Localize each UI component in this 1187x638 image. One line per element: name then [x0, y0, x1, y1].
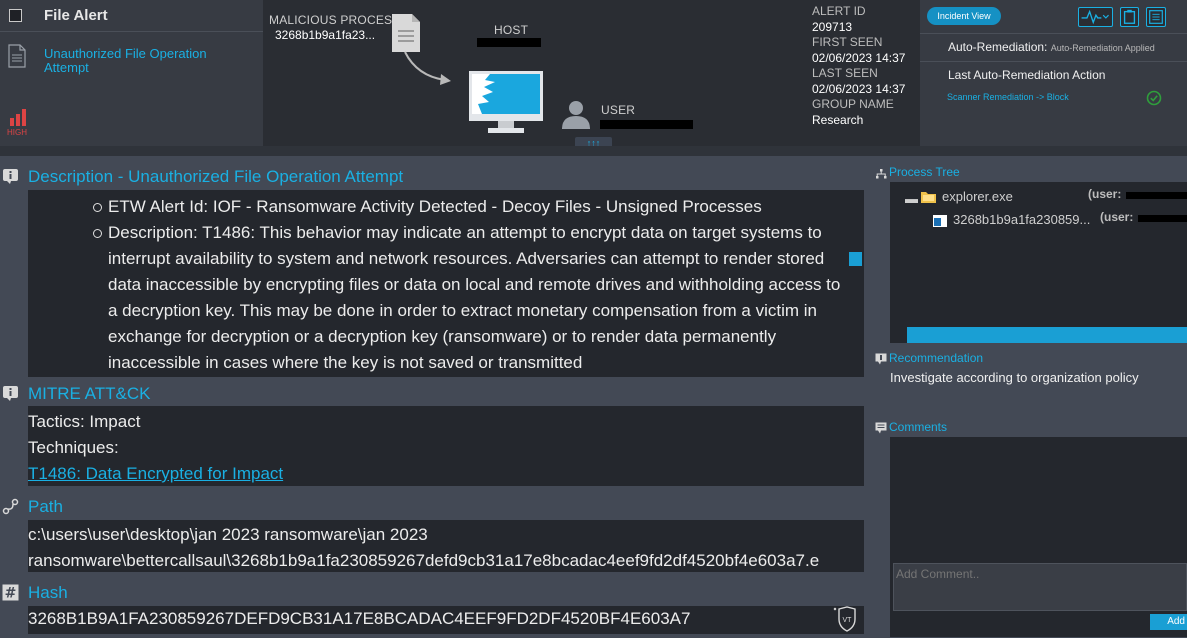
folder-icon — [921, 192, 936, 203]
comments-title: Comments — [889, 420, 948, 434]
auto-remediation-label: Auto-Remediation: — [948, 40, 1048, 54]
mitre-panel: Tactics: Impact Techniques: T1486: Data … — [28, 406, 864, 486]
process-tree-panel: ▬ explorer.exe (user: 3268b1b9a1fa230859… — [890, 182, 1187, 343]
incident-view-button[interactable]: Incident View — [927, 7, 1001, 25]
recommendation-title: Recommendation — [889, 351, 984, 365]
file-alert-page: File Alert Unauthorized File Operation A… — [0, 0, 1187, 638]
description-title: Description - Unauthorized File Operatio… — [28, 167, 404, 186]
page-title: File Alert — [44, 7, 108, 24]
mitre-techniques-label: Techniques: — [28, 438, 119, 457]
auto-remediation-text: Auto-Remediation: Auto-Remediation Appli… — [948, 40, 1155, 54]
mitre-technique-link[interactable]: T1486: Data Encrypted for Impact — [28, 461, 864, 487]
description-panel: ETW Alert Id: IOF - Ransomware Activity … — [28, 190, 864, 377]
add-comment-input[interactable] — [893, 563, 1187, 611]
child-user-redacted — [1138, 215, 1187, 222]
svg-text:#: # — [5, 586, 17, 602]
info-icon — [3, 169, 18, 184]
last-action-value[interactable]: Scanner Remediation -> Block — [947, 92, 1069, 102]
hash-panel: 3268B1B9A1FA230859267DEFD9CB31A17E8BCADA… — [28, 606, 864, 634]
group-name-label: GROUP NAME — [812, 97, 894, 111]
process-tree-parent-user: (user: — [1088, 187, 1122, 201]
details-list-button[interactable] — [1146, 7, 1166, 27]
add-comment-button[interactable]: Add — [1150, 614, 1187, 630]
description-item-alert-id: ETW Alert Id: IOF - Ransomware Activity … — [93, 194, 864, 220]
clipboard-icon — [1123, 9, 1136, 24]
alert-metadata: ALERT ID 209713 FIRST SEEN 02/06/2023 14… — [812, 4, 918, 128]
process-file-icon — [392, 14, 420, 52]
alert-id-label: ALERT ID — [812, 4, 866, 18]
host-computer-icon[interactable] — [468, 70, 544, 134]
parent-user-redacted — [1126, 192, 1187, 199]
malicious-process-value[interactable]: 3268b1b9a1fa23... — [275, 28, 375, 42]
last-seen-value: 02/06/2023 14:37 — [812, 82, 906, 96]
mitre-title: MITRE ATT&CK — [28, 384, 151, 403]
comments-icon — [875, 422, 887, 434]
header-divider — [0, 146, 1187, 156]
host-label: HOST — [494, 23, 529, 37]
list-icon — [1149, 10, 1163, 24]
select-alert-checkbox[interactable] — [9, 9, 22, 22]
first-seen-value: 02/06/2023 14:37 — [812, 51, 906, 65]
last-seen-label: LAST SEEN — [812, 66, 878, 80]
mitre-tactics: Tactics: Impact — [28, 412, 141, 431]
recommendation-text: Investigate according to organization po… — [890, 370, 1139, 385]
process-tree-parent[interactable]: explorer.exe — [942, 189, 1013, 204]
user-label: USER — [601, 103, 636, 117]
executable-icon — [933, 215, 947, 227]
process-tree-child-user: (user: — [1100, 210, 1134, 224]
success-check-icon — [1146, 90, 1162, 106]
host-name-redacted — [477, 38, 541, 47]
process-to-host-arrow — [404, 51, 451, 85]
alert-name[interactable]: Unauthorized File Operation Attempt — [44, 47, 214, 75]
mitre-info-icon — [3, 386, 18, 401]
user-icon — [562, 101, 590, 129]
path-line-2: ransomware\bettercallsaul\3268b1b9a1fa23… — [28, 551, 820, 570]
title-row: File Alert — [0, 0, 263, 32]
hash-value: 3268B1B9A1FA230859267DEFD9CB31A17E8BCADA… — [28, 609, 691, 628]
process-tree-title: Process Tree — [889, 165, 960, 179]
description-list: ETW Alert Id: IOF - Ransomware Activity … — [28, 190, 864, 376]
auto-remediation-row: Auto-Remediation: Auto-Remediation Appli… — [920, 33, 1187, 61]
description-item-details: Description: T1486: This behavior may in… — [93, 220, 864, 376]
document-icon — [8, 44, 26, 68]
process-tree-child[interactable]: 3268b1b9a1fa230859... — [953, 212, 1090, 227]
severity-label: HIGH — [7, 128, 27, 137]
group-name-value: Research — [812, 113, 864, 127]
clipboard-button[interactable] — [1120, 7, 1139, 27]
path-line-1: c:\users\user\desktop\jan 2023 ransomwar… — [28, 525, 428, 544]
recommendation-icon — [875, 353, 887, 365]
user-name-redacted — [600, 120, 693, 129]
activity-dropdown-button[interactable] — [1078, 7, 1113, 27]
alert-graph: MALICIOUS PROCESS 3268b1b9a1fa23... HOST — [263, 0, 803, 150]
path-title: Path — [28, 497, 63, 516]
auto-remediation-status: Auto-Remediation Applied — [1050, 43, 1155, 53]
first-seen-label: FIRST SEEN — [812, 35, 883, 49]
process-tree-icon — [876, 169, 887, 179]
malicious-process-label: MALICIOUS PROCESS — [269, 13, 401, 27]
description-scrollbar[interactable] — [849, 252, 862, 266]
last-action-label: Last Auto-Remediation Action — [948, 68, 1106, 82]
activity-pulse-icon — [1081, 9, 1109, 25]
process-tree-scrollbar[interactable] — [907, 327, 1187, 343]
path-icon — [2, 498, 19, 515]
alert-summary: File Alert Unauthorized File Operation A… — [0, 0, 263, 146]
path-panel: c:\users\user\desktop\jan 2023 ransomwar… — [28, 520, 864, 572]
alert-header: File Alert Unauthorized File Operation A… — [0, 0, 1187, 150]
virustotal-label: VT — [843, 617, 853, 624]
remediation-panel: Incident View Auto-Remediation: Auto-Rem… — [920, 0, 1187, 146]
virustotal-shield-icon[interactable]: VT — [833, 606, 861, 632]
comments-panel: Add — [890, 437, 1187, 637]
collapse-toggle[interactable]: ▬ — [905, 191, 918, 206]
severity-bars-icon — [10, 109, 26, 126]
alert-id-value: 209713 — [812, 20, 853, 34]
hash-icon: # — [2, 584, 19, 601]
hash-title: Hash — [28, 583, 68, 602]
